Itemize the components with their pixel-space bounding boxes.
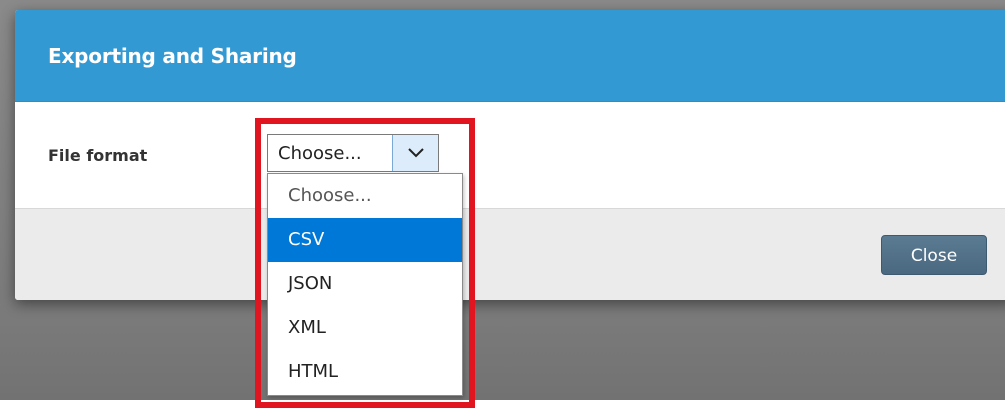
option-xml[interactable]: XML (268, 306, 462, 350)
option-html[interactable]: HTML (268, 350, 462, 394)
dialog-title: Exporting and Sharing (48, 44, 297, 68)
chevron-down-icon (408, 148, 424, 158)
dialog-footer: Close (15, 208, 1005, 300)
file-format-select[interactable]: Choose... (267, 134, 439, 172)
option-json[interactable]: JSON (268, 262, 462, 306)
dialog-body: File format (15, 102, 1005, 208)
file-format-options: Choose... CSV JSON XML HTML (267, 173, 463, 396)
export-dialog: Exporting and Sharing File format Close (15, 10, 1005, 300)
option-csv[interactable]: CSV (268, 218, 462, 262)
close-button[interactable]: Close (881, 235, 987, 275)
select-current-value: Choose... (278, 143, 362, 164)
option-choose[interactable]: Choose... (268, 174, 462, 218)
file-format-label: File format (48, 146, 148, 165)
select-arrow-button[interactable] (392, 135, 438, 171)
dialog-header: Exporting and Sharing (15, 10, 1005, 102)
